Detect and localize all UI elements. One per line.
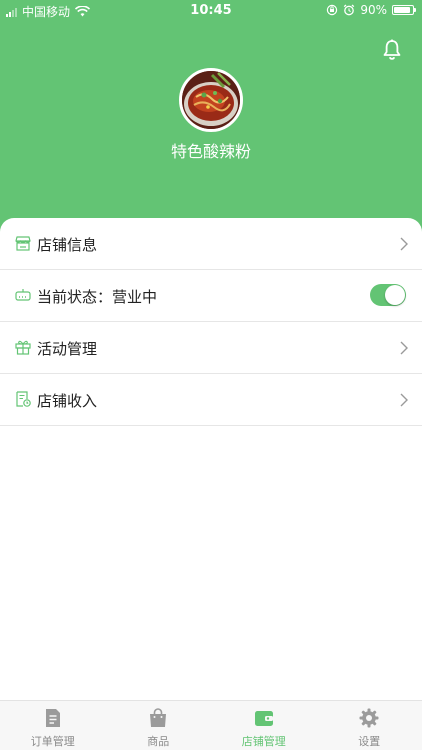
menu-card: 店铺信息 当前状态：营业中 活动管理 店铺收入 [0,218,422,700]
battery-icon [392,5,416,15]
chevron-right-icon [400,341,408,355]
gear-icon [359,708,379,728]
gift-icon [15,340,31,355]
tab-label: 商品 [147,735,170,748]
tab-label: 设置 [358,735,381,748]
tab-settings[interactable]: 设置 [317,701,422,750]
tab-products[interactable]: 商品 [106,701,212,750]
menu-item-label: 店铺收入 [37,392,98,410]
status-icon [15,289,31,301]
shop-name: 特色酸辣粉 [170,142,251,161]
menu-item-label: 当前状态：营业中 [37,288,158,306]
shop-avatar[interactable] [179,68,243,132]
tab-orders[interactable]: 订单管理 [0,701,106,750]
bell-icon[interactable] [380,38,404,62]
menu-item-income[interactable]: 店铺收入 [0,374,422,426]
receipt-icon [16,391,31,407]
menu-item-shop-info[interactable]: 店铺信息 [0,218,422,270]
menu-item-activities[interactable]: 活动管理 [0,322,422,374]
menu-item-current-status: 当前状态：营业中 [0,270,422,322]
order-icon [45,709,60,727]
tab-label: 店铺管理 [241,735,286,748]
chevron-right-icon [400,393,408,407]
menu-item-label: 活动管理 [37,340,98,358]
bag-icon [150,708,167,727]
open-status-toggle[interactable] [370,284,406,306]
chevron-right-icon [400,237,408,251]
status-right: 90% [326,3,416,17]
header: 中国移动 10:45 90% 特色酸辣粉 [0,0,422,240]
rotation-lock-icon [327,4,338,16]
noodle-bowl-image [182,71,240,129]
alarm-icon [344,4,355,16]
tab-label: 订单管理 [30,735,75,748]
tab-shop-management[interactable]: 店铺管理 [211,701,317,750]
battery-fill [394,7,411,13]
store-icon [15,236,31,251]
battery-percent: 90% [360,3,387,17]
status-bar: 中国移动 10:45 90% [0,0,422,22]
wallet-icon [254,711,273,726]
tab-bar: 订单管理 商品 店铺管理 设置 [0,700,422,750]
toggle-knob [385,285,405,305]
menu-item-label: 店铺信息 [37,236,98,254]
